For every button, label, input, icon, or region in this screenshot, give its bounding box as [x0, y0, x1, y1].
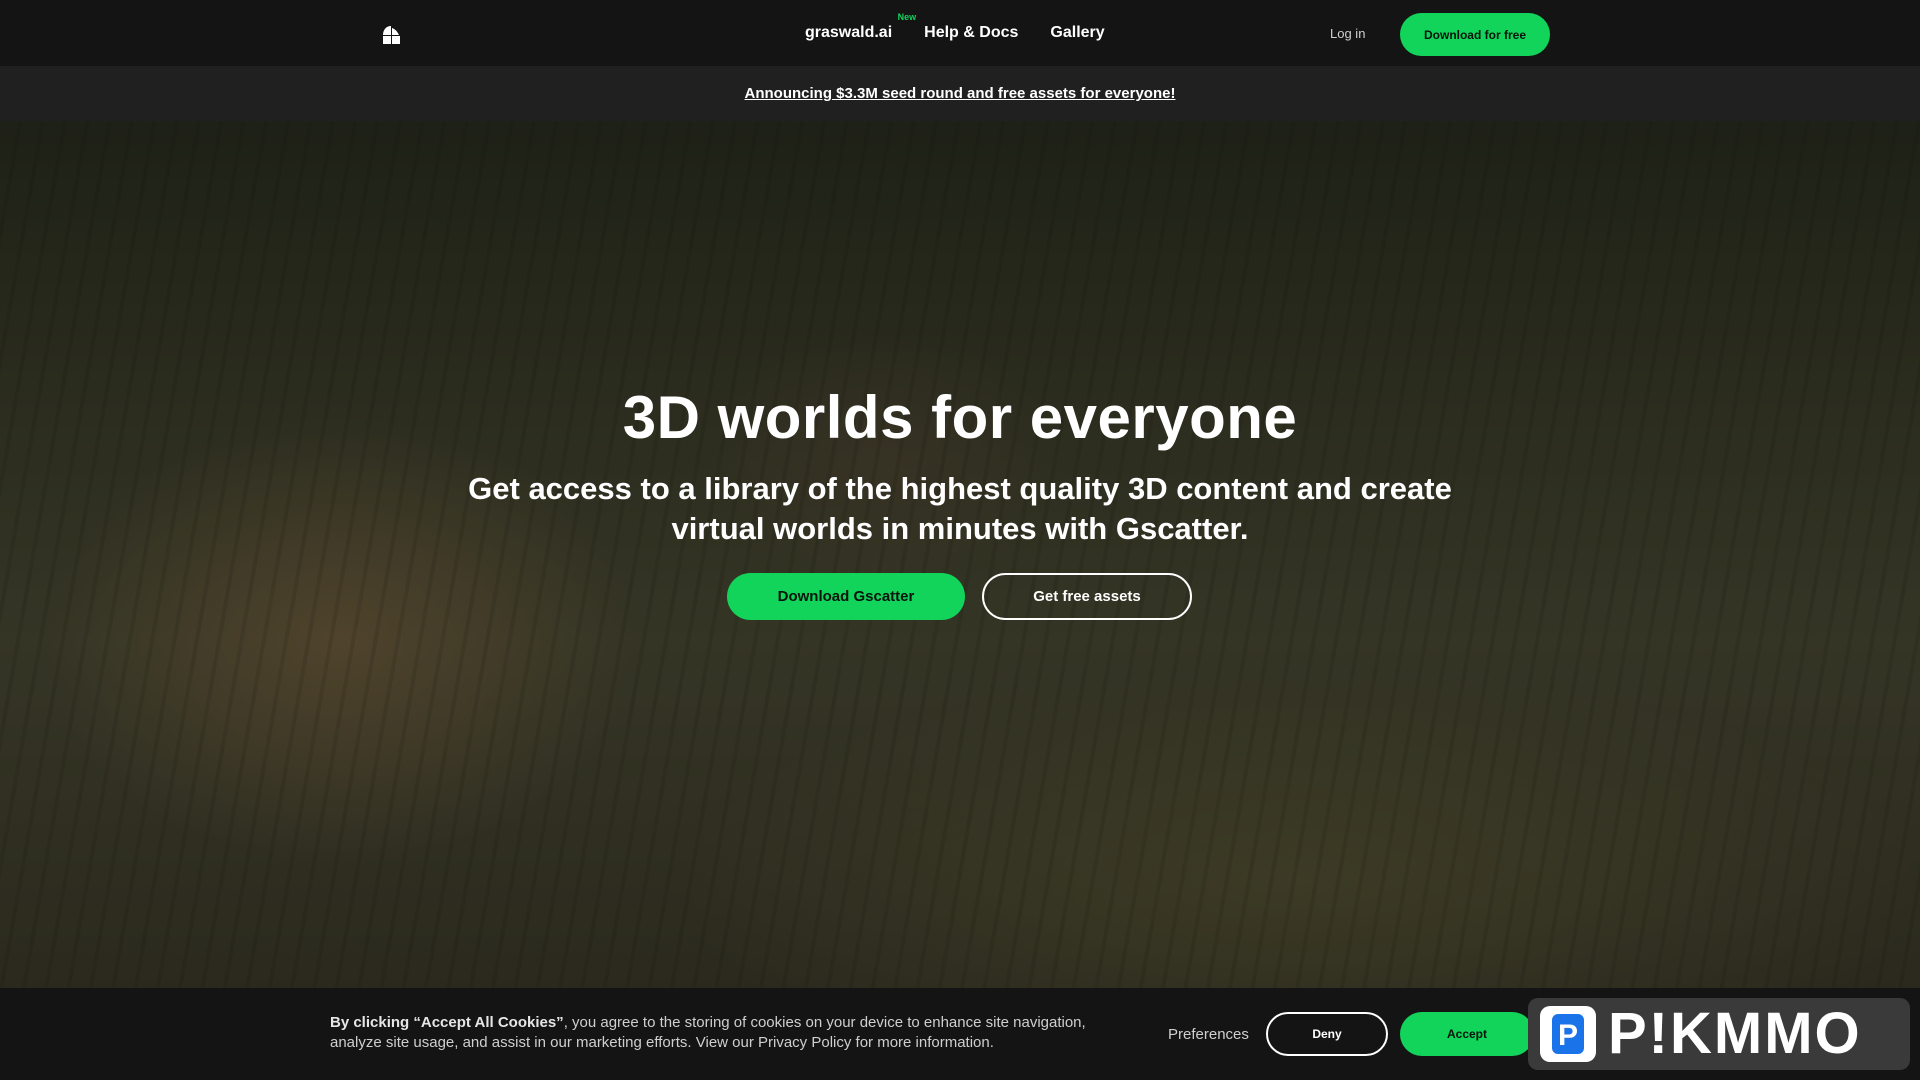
nav-link-label: graswald.ai — [805, 24, 893, 41]
nav-link-graswald-ai[interactable]: graswald.ai New — [805, 12, 916, 42]
top-nav: graswald.ai New Help & Docs Gallery Log … — [0, 0, 1920, 66]
announcement-link[interactable]: Announcing $3.3M seed round and free ass… — [745, 85, 1176, 102]
hero-content: 3D worlds for everyone Get access to a l… — [0, 121, 1920, 988]
pikmmo-icon-letter: P — [1558, 1019, 1578, 1052]
nav-link-gallery[interactable]: Gallery — [1050, 24, 1104, 42]
announcement-bar: Announcing $3.3M seed round and free ass… — [0, 66, 1920, 121]
hero-subtitle: Get access to a library of the highest q… — [468, 471, 1452, 546]
pikmmo-watermark: P P!KMMO — [1528, 998, 1910, 1070]
cookie-message: By clicking “Accept All Cookies”, you ag… — [330, 1013, 1130, 1053]
deny-button[interactable]: Deny — [1266, 1012, 1388, 1056]
download-gscatter-button[interactable]: Download Gscatter — [727, 573, 965, 620]
preferences-link[interactable]: Preferences — [1168, 988, 1249, 1080]
cookie-message-bold: By clicking “Accept All Cookies” — [330, 1014, 564, 1031]
graswald-logo-icon[interactable] — [380, 24, 402, 46]
pikmmo-watermark-text: P!KMMO — [1608, 1001, 1862, 1066]
accept-button[interactable]: Accept — [1400, 1012, 1534, 1056]
download-for-free-button[interactable]: Download for free — [1400, 13, 1550, 56]
new-badge: New — [897, 12, 917, 22]
pikmmo-logo-icon: P — [1540, 1006, 1596, 1062]
login-link[interactable]: Log in — [1330, 0, 1365, 66]
hero-title: 3D worlds for everyone — [622, 384, 1298, 451]
hero-section: 3D worlds for everyone Get access to a l… — [0, 121, 1920, 988]
main-nav: graswald.ai New Help & Docs Gallery — [805, 0, 1105, 66]
nav-link-help-docs[interactable]: Help & Docs — [924, 24, 1018, 42]
get-free-assets-button[interactable]: Get free assets — [982, 573, 1192, 620]
